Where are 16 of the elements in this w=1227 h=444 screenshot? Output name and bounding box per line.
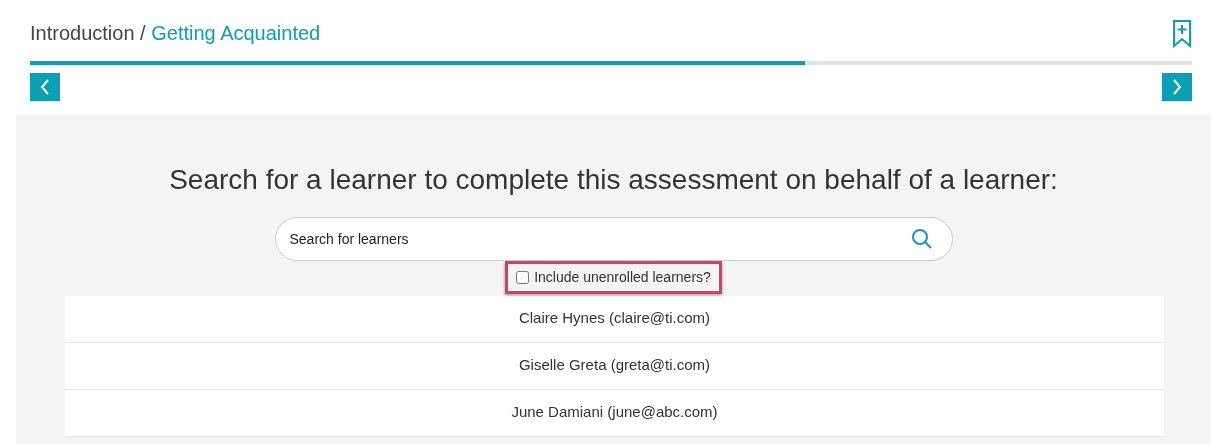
search-icon[interactable]	[910, 227, 933, 250]
learner-row[interactable]: Claire Hynes (claire@ti.com)	[65, 295, 1164, 343]
breadcrumb-link[interactable]: Introduction	[30, 22, 135, 44]
heading: Search for a learner to complete this assessment on behalf of a learner:	[168, 163, 1059, 197]
checkbox-label[interactable]: Include unenrolled learners?	[534, 266, 711, 288]
bookmark-add-icon[interactable]	[1172, 20, 1192, 48]
chevron-right-icon	[1172, 79, 1182, 95]
next-button[interactable]	[1162, 73, 1192, 101]
breadcrumb-separator: /	[140, 22, 146, 44]
search-field[interactable]: Search for learners	[274, 216, 953, 261]
previous-button[interactable]	[30, 73, 60, 101]
checkbox[interactable]	[516, 270, 530, 284]
chevron-left-icon	[40, 79, 50, 95]
breadcrumb-current: Getting Acquainted	[151, 22, 321, 44]
learner-row[interactable]: Giselle Greta (greta@ti.com)	[65, 342, 1164, 390]
learner-row[interactable]: June Damiani (june@abc.com)	[65, 389, 1164, 437]
